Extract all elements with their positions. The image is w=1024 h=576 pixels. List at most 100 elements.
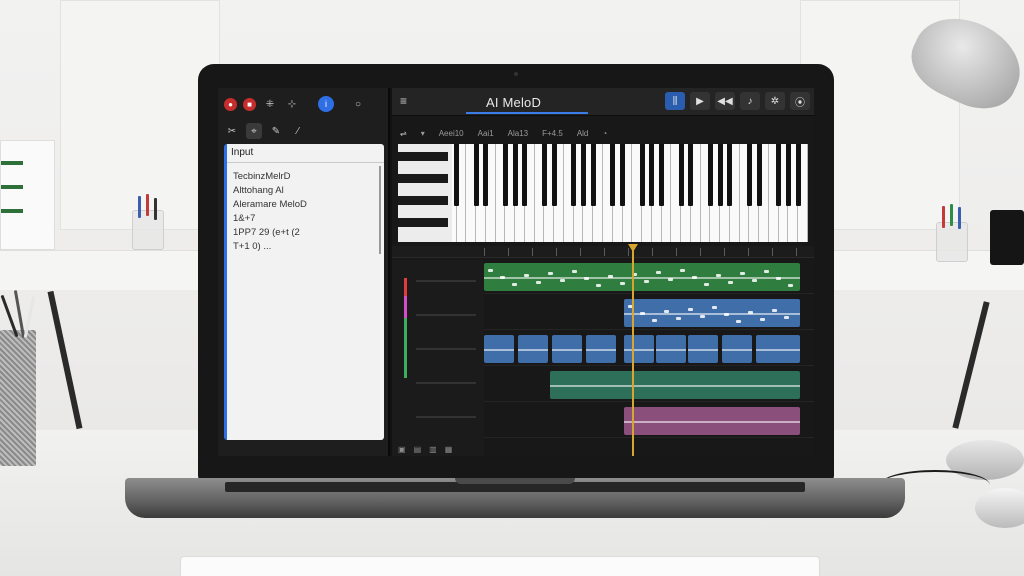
piano-black-key[interactable] <box>502 144 508 206</box>
input-panel[interactable]: Input TecbinzMelrD Alttohang Al Aleramar… <box>224 144 384 440</box>
midi-note <box>736 320 741 323</box>
piano-black-key[interactable] <box>717 144 723 206</box>
dropdown-icon[interactable]: ▾ <box>421 129 425 138</box>
scrollbar[interactable] <box>379 166 381 254</box>
sliders-icon[interactable]: ⊹ <box>284 96 300 112</box>
hamburger-icon[interactable]: ≡ <box>400 94 407 108</box>
piano-black-key[interactable] <box>785 144 791 206</box>
piano-black-key[interactable] <box>522 144 528 206</box>
audio-clip[interactable] <box>656 335 686 363</box>
clock-icon[interactable]: ◔ <box>602 129 607 138</box>
midi-note <box>748 311 753 314</box>
piano-black-key[interactable] <box>590 144 596 206</box>
piano-black-key[interactable] <box>746 144 752 206</box>
synth-track[interactable] <box>484 368 814 402</box>
audio-clip[interactable] <box>518 335 548 363</box>
piano-black-key[interactable] <box>649 144 655 206</box>
melody-track[interactable] <box>484 260 814 294</box>
scale-icon[interactable]: ⇌ <box>400 129 407 138</box>
solo-icon[interactable]: ▤ <box>414 445 422 454</box>
audio-clip[interactable] <box>722 335 752 363</box>
timeline-ruler[interactable] <box>392 246 814 258</box>
input-text[interactable]: TecbinzMelrD Alttohang Al Aleramare Melo… <box>233 170 307 254</box>
piano-black-key[interactable] <box>795 144 801 206</box>
pen-cup-left <box>132 210 164 250</box>
piano-black-key[interactable] <box>727 144 733 206</box>
split-icon[interactable]: ⫼ <box>665 92 685 110</box>
input-line: Aleramare MeloD <box>233 199 307 210</box>
piano-black-key[interactable] <box>678 144 684 206</box>
midi-note <box>524 274 529 277</box>
midi-note <box>716 274 721 277</box>
piano-black-key[interactable] <box>512 144 518 206</box>
audio-clip[interactable] <box>586 335 616 363</box>
power-icon[interactable]: ○ <box>350 96 366 112</box>
select-icon[interactable]: ⌖ <box>246 123 262 139</box>
midi-note <box>692 276 697 279</box>
piano-black-key[interactable] <box>551 144 557 206</box>
settings-icon[interactable]: ✲ <box>765 92 785 110</box>
midi-note <box>776 277 781 280</box>
audio-clip[interactable] <box>552 335 582 363</box>
trackpad-notch <box>455 478 575 484</box>
ruler-tick <box>628 248 629 256</box>
pencil-icon[interactable]: ✎ <box>268 123 284 139</box>
audio-clip[interactable] <box>624 335 654 363</box>
audio-clip[interactable] <box>624 407 800 435</box>
rewind-icon[interactable]: ◀◀ <box>715 92 735 110</box>
ruler-tick <box>772 248 773 256</box>
record-icon[interactable]: ● <box>224 97 237 111</box>
piano-black-key[interactable] <box>571 144 577 206</box>
piano-black-key[interactable] <box>659 144 665 206</box>
piano-black-key[interactable] <box>707 144 713 206</box>
piano-black-key[interactable] <box>473 144 479 206</box>
fx-icon[interactable]: ▦ <box>445 445 453 454</box>
piano-keyboard[interactable] <box>398 144 808 242</box>
midi-note <box>772 309 777 312</box>
piano-header: ⇌ ▾ Aeei10 Aai1 Ala13 F+4.5 Ald ◔ <box>392 124 814 142</box>
ruler-tick <box>652 248 653 256</box>
midi-note <box>740 272 745 275</box>
midi-note <box>488 269 493 272</box>
play-icon[interactable]: ▶ <box>690 92 710 110</box>
pen-icon[interactable]: ⁄ <box>290 123 306 139</box>
ruler-tick <box>748 248 749 256</box>
ruler-tick <box>676 248 677 256</box>
audio-clip[interactable] <box>624 299 800 327</box>
stop-icon[interactable]: ■ <box>243 97 256 111</box>
volume-icon[interactable]: ⦿ <box>790 92 810 110</box>
piano-black-key[interactable] <box>610 144 616 206</box>
piano-black-key[interactable] <box>541 144 547 206</box>
grid-icon[interactable]: ⁜ <box>262 96 278 112</box>
audio-clip[interactable] <box>550 371 800 399</box>
arm-icon[interactable]: ▥ <box>429 445 437 454</box>
piano-black-key[interactable] <box>620 144 626 206</box>
playhead[interactable] <box>632 246 634 456</box>
waveform <box>552 349 582 351</box>
piano-black-key[interactable] <box>483 144 489 206</box>
piano-black-key[interactable] <box>688 144 694 206</box>
info-icon[interactable]: i <box>318 96 334 112</box>
scissors-icon[interactable]: ✂ <box>224 123 240 139</box>
left-toolbar-top: ● ■ ⁜ ⊹ i ○ <box>218 91 390 117</box>
vocal-wave-track[interactable] <box>484 332 814 366</box>
mic-icon[interactable]: ♪ <box>740 92 760 110</box>
piano-black-key[interactable] <box>776 144 782 206</box>
piano-black-key[interactable] <box>580 144 586 206</box>
piano-black-key[interactable] <box>756 144 762 206</box>
piano-label: F+4.5 <box>542 128 563 138</box>
audio-clip[interactable] <box>688 335 718 363</box>
pad-track[interactable] <box>484 404 814 438</box>
midi-note <box>608 275 613 278</box>
desk-leg <box>47 290 83 430</box>
audio-clip[interactable] <box>484 335 514 363</box>
piano-black-key[interactable] <box>639 144 645 206</box>
title-underline <box>466 112 588 114</box>
mute-icon[interactable]: ▣ <box>398 445 406 454</box>
piano-black-key[interactable] <box>454 144 460 206</box>
audio-clip[interactable] <box>484 263 800 291</box>
audio-clip[interactable] <box>756 335 800 363</box>
waveform <box>624 349 654 351</box>
notes-track[interactable] <box>484 296 814 330</box>
midi-note <box>760 318 765 321</box>
